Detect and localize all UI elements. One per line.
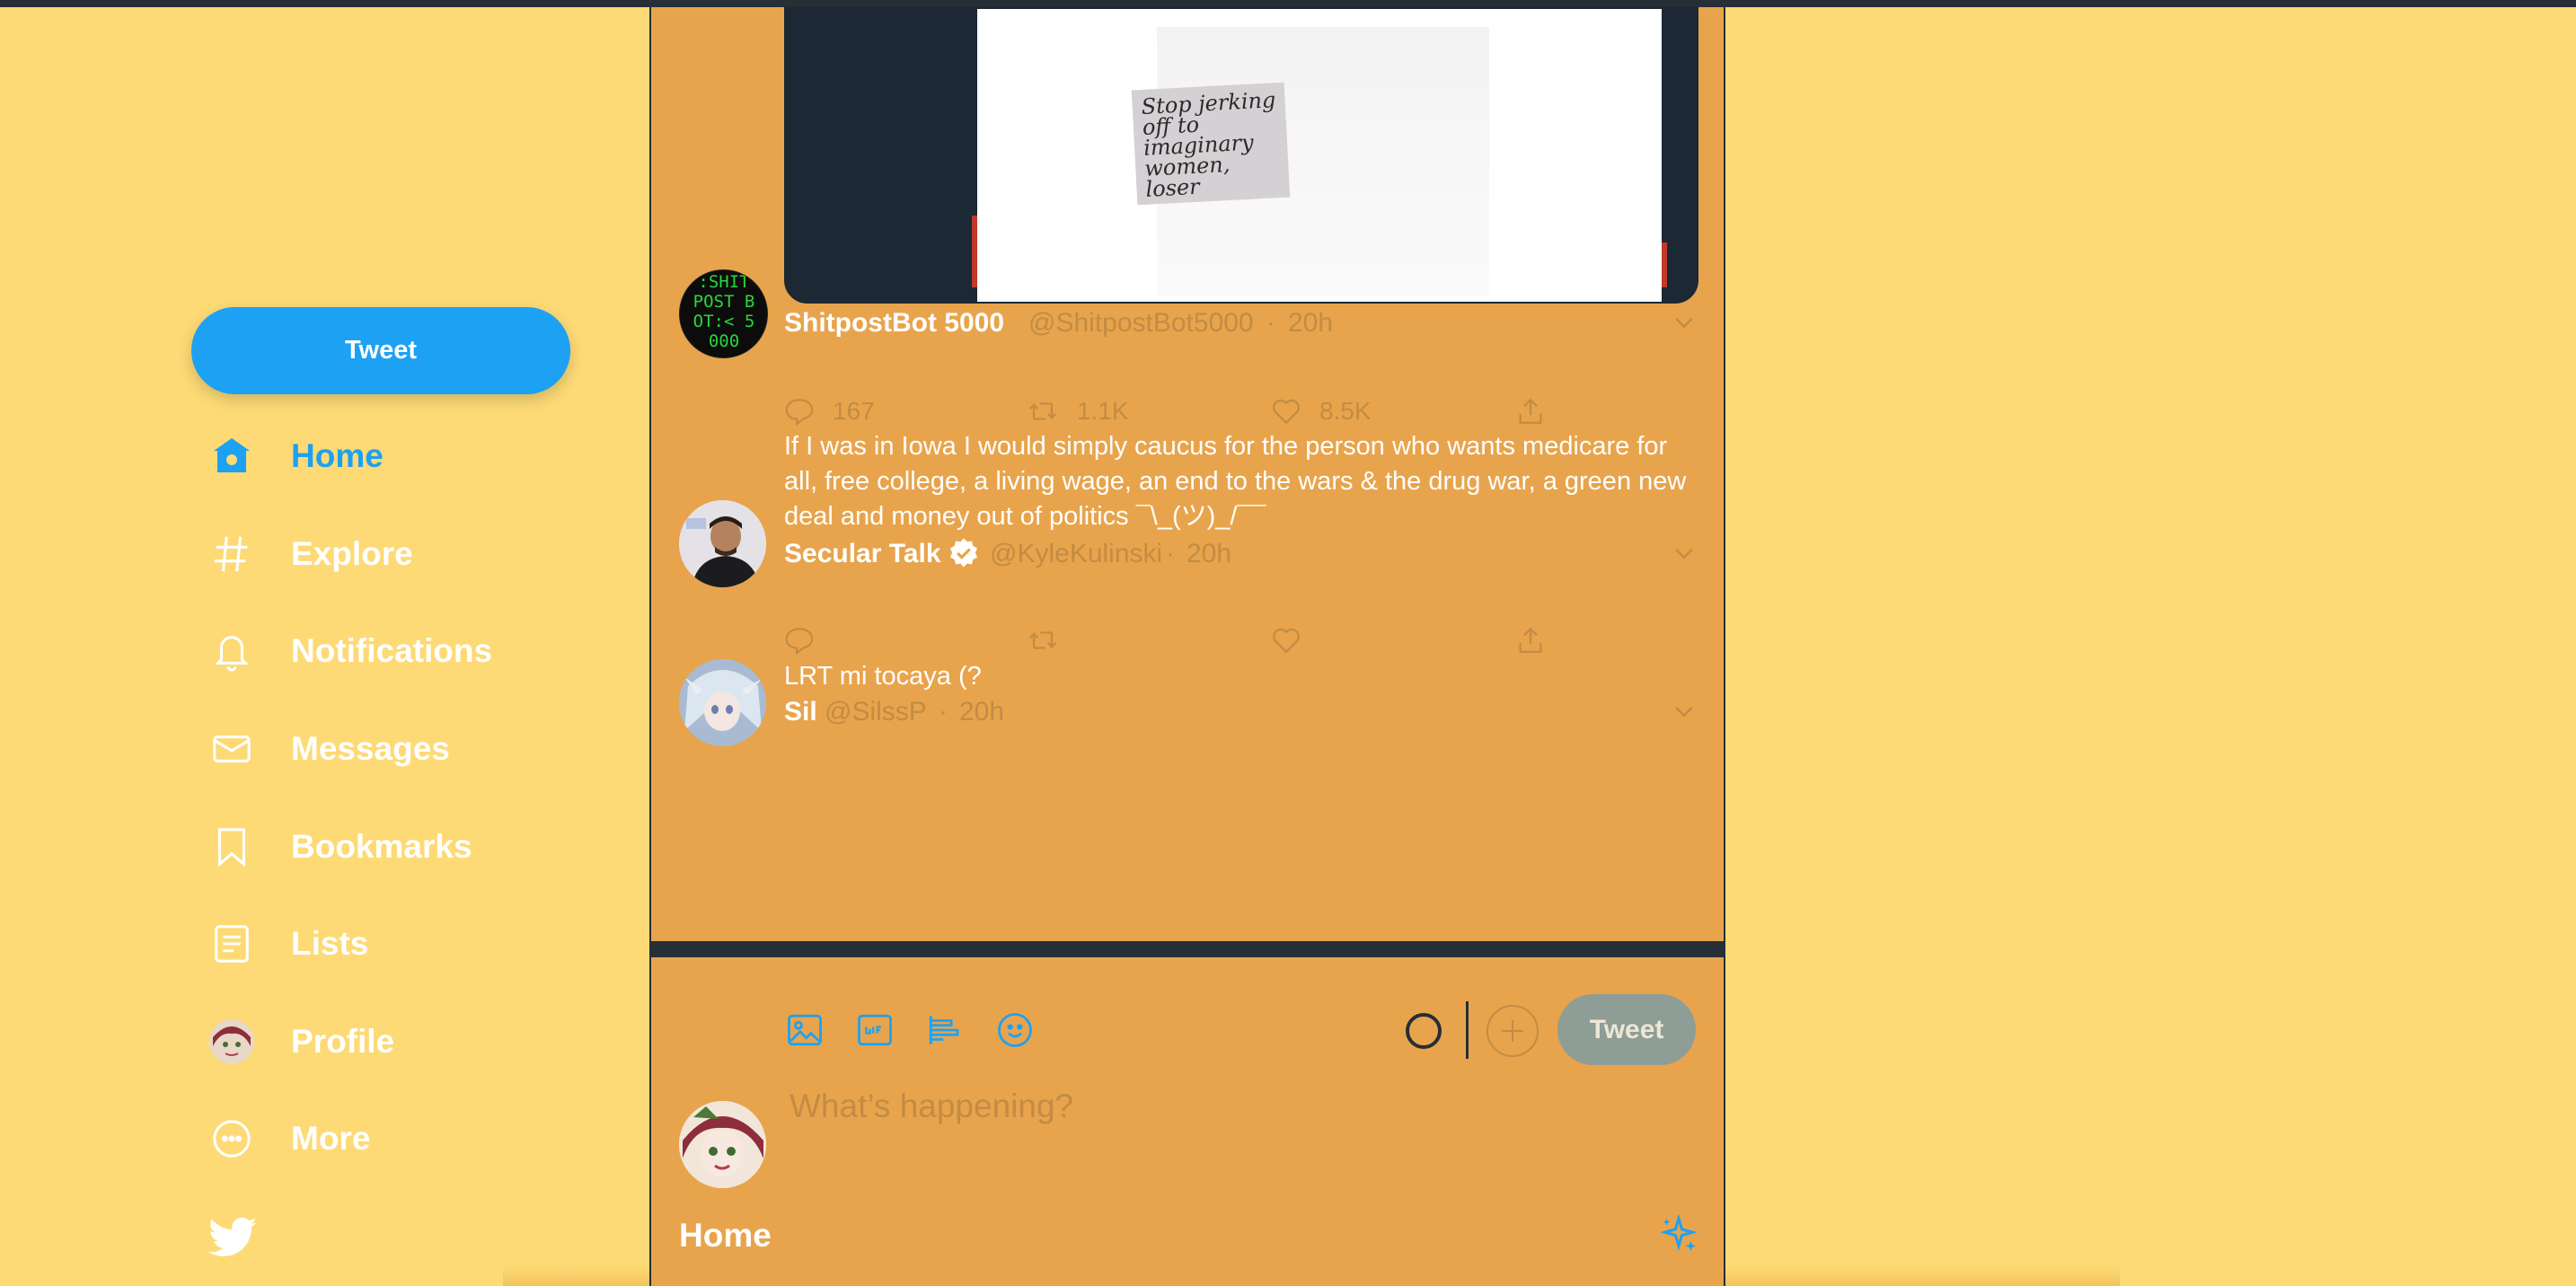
verified-badge-icon (950, 538, 977, 568)
list-icon (208, 920, 255, 967)
sidebar-item-notifications[interactable]: Notifications (208, 620, 492, 683)
add-thread-button[interactable] (1486, 1004, 1539, 1058)
avatar[interactable] (679, 500, 766, 587)
tweet-separator: · (1166, 539, 1175, 568)
sidebar-item-label: More (291, 1120, 371, 1157)
home-icon (208, 433, 255, 480)
compose-divider (1466, 1001, 1469, 1059)
emoji-icon[interactable] (995, 1010, 1035, 1050)
like-count: 8.5K (1319, 397, 1372, 425)
tweet-timestamp[interactable]: 20h (959, 697, 1004, 727)
share-button[interactable] (1515, 622, 1546, 658)
sidebar-item-bookmarks[interactable]: Bookmarks (208, 815, 472, 878)
retweet-icon (1029, 631, 1056, 649)
like-button[interactable] (1271, 622, 1301, 658)
reply-icon (785, 399, 814, 427)
more-icon (208, 1115, 255, 1162)
poll-icon[interactable] (925, 1010, 965, 1050)
tweet-button[interactable]: Tweet (191, 307, 570, 394)
tweet-media[interactable]: Stop jerking off to imaginary women, los… (784, 7, 1698, 304)
twitter-bird-icon[interactable] (208, 1217, 259, 1262)
like-button[interactable]: 8.5K (1271, 393, 1372, 429)
sidebar-item-label: Notifications (291, 632, 493, 669)
tweet-handle[interactable]: @ShitpostBot5000 (1028, 308, 1254, 339)
sidebar-item-label: Messages (291, 730, 450, 767)
sidebar-item-more[interactable]: More (208, 1107, 370, 1170)
chevron-down-icon[interactable] (1671, 541, 1698, 568)
avatar (208, 1018, 255, 1065)
avatar[interactable]: :SHIT POST BOT:< 5000 (679, 269, 768, 358)
retweet-button[interactable] (1027, 622, 1059, 658)
tweet-author-name[interactable]: ShitpostBot 5000 (784, 308, 1004, 339)
sidebar-item-label: Profile (291, 1023, 395, 1060)
tweet-timestamp[interactable]: 20h (1288, 308, 1333, 339)
bell-icon (208, 628, 255, 674)
tweet-separator: · (1266, 308, 1275, 338)
sidebar-item-label: Bookmarks (291, 828, 472, 865)
sidebar-item-explore[interactable]: Explore (208, 523, 413, 586)
retweet-count: 1.1K (1077, 397, 1129, 425)
section-divider (649, 941, 1725, 957)
avatar[interactable] (679, 659, 766, 746)
gif-icon[interactable] (855, 1010, 895, 1050)
sidebar-item-messages[interactable]: Messages (208, 718, 450, 780)
compose-input[interactable] (788, 1087, 1600, 1126)
chevron-down-icon[interactable] (1671, 310, 1698, 337)
tweet-timestamp[interactable]: 20h (1187, 539, 1231, 569)
tweet-text: If I was in Iowa I would simply caucus f… (784, 432, 1687, 531)
share-button[interactable] (1515, 393, 1546, 429)
page-title: Home (679, 1217, 772, 1254)
sidebar-item-label: Explore (291, 535, 413, 572)
tweet-author-name[interactable]: Sil (784, 697, 817, 727)
reply-icon (785, 628, 814, 656)
sidebar-item-lists[interactable]: Lists (208, 912, 368, 975)
tweet-handle[interactable]: @KyleKulinski (990, 539, 1162, 569)
heart-icon (1273, 399, 1300, 425)
share-icon (1519, 627, 1542, 653)
reply-count: 167 (833, 397, 875, 425)
character-count-ring (1406, 1013, 1442, 1049)
envelope-icon (208, 726, 255, 772)
tweet-author-name[interactable]: Secular Talk (784, 539, 941, 569)
media-photo (977, 9, 1662, 302)
tweet-text: LRT mi tocaya (? (784, 662, 982, 691)
sidebar-item-label: Lists (291, 925, 369, 962)
browser-top-edge (0, 0, 2576, 7)
sidebar-item-home[interactable]: Home (208, 425, 384, 488)
avatar[interactable] (679, 1101, 766, 1188)
reply-button[interactable]: 167 (784, 393, 875, 429)
tweet-handle[interactable]: @SilssP (825, 697, 927, 727)
tweet-separator: · (939, 697, 948, 727)
media-note-text: Stop jerking off to imaginary women, los… (1131, 82, 1291, 206)
share-icon (1519, 398, 1542, 424)
image-icon[interactable] (785, 1010, 825, 1050)
retweet-button[interactable]: 1.1K (1027, 393, 1129, 429)
hashtag-icon (208, 531, 255, 577)
compose-tweet-button[interactable]: Tweet (1557, 994, 1696, 1065)
heart-icon (1273, 628, 1300, 654)
reply-button[interactable] (784, 622, 815, 658)
sparkle-icon[interactable] (1658, 1215, 1699, 1256)
retweet-icon (1029, 402, 1056, 420)
bookmark-icon (208, 824, 255, 870)
avatar-text: :SHIT POST BOT:< 5000 (693, 272, 755, 351)
chevron-down-icon[interactable] (1671, 699, 1698, 726)
sidebar-item-label: Home (291, 437, 384, 474)
sidebar-item-profile[interactable]: Profile (208, 1010, 394, 1073)
